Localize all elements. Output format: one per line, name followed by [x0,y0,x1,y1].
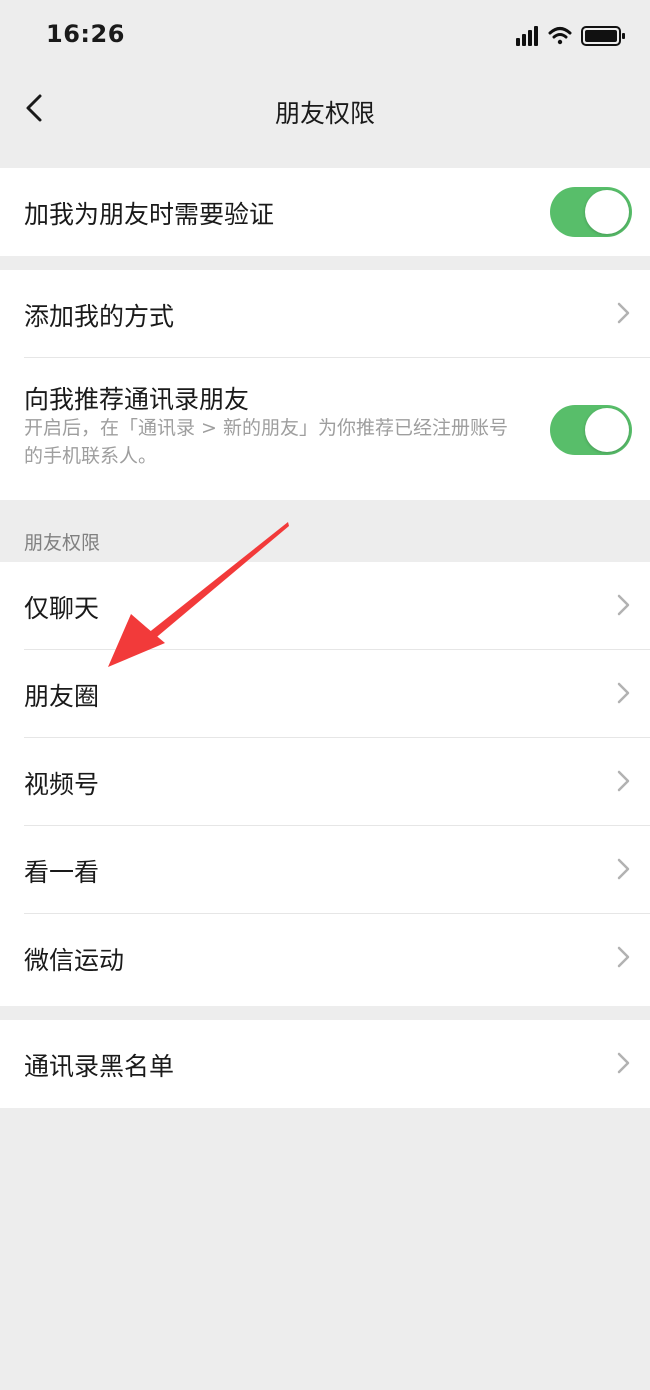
chevron-right-icon [617,858,630,880]
add-settings-group: 添加我的方式 向我推荐通讯录朋友 开启后，在「通讯录 > 新的朋友」为你推荐已经… [0,270,650,500]
list-item-label: 仅聊天 [24,594,100,623]
chevron-right-icon [617,946,630,968]
wifi-icon [548,27,572,45]
list-item-channels[interactable]: 视频号 [0,738,650,826]
toggle-knob [585,408,629,452]
verify-row: 加我为朋友时需要验证 [0,168,650,256]
chevron-right-icon [617,302,630,324]
blacklist-group: 通讯录黑名单 [0,1020,650,1108]
list-item-label: 看一看 [24,858,100,887]
status-icons [516,24,628,48]
chevron-right-icon [617,682,630,704]
add-methods-row[interactable]: 添加我的方式 [0,270,650,358]
list-item-chat-only[interactable]: 仅聊天 [0,562,650,650]
status-bar: 16:26 [0,0,650,70]
permissions-group: 仅聊天 朋友圈 视频号 看一看 微信运动 [0,562,650,1006]
recommend-description: 开启后，在「通讯录 > 新的朋友」为你推荐已经注册账号的手机联系人。 [24,417,509,467]
list-item-top-stories[interactable]: 看一看 [0,826,650,914]
chevron-right-icon [617,594,630,616]
chevron-right-icon [617,1052,630,1074]
list-item-moments[interactable]: 朋友圈 [0,650,650,738]
blacklist-label: 通讯录黑名单 [24,1052,175,1081]
recommend-toggle[interactable] [550,405,632,455]
verify-label: 加我为朋友时需要验证 [24,200,275,229]
nav-bar: 朋友权限 [0,70,650,166]
recommend-label: 向我推荐通讯录朋友 [24,385,250,414]
toggle-knob [585,190,629,234]
chevron-right-icon [617,770,630,792]
recommend-row: 向我推荐通讯录朋友 开启后，在「通讯录 > 新的朋友」为你推荐已经注册账号的手机… [0,358,650,500]
verify-toggle[interactable] [550,187,632,237]
signal-icon [516,26,538,46]
list-item-werun[interactable]: 微信运动 [0,914,650,1002]
page-title: 朋友权限 [274,99,375,128]
verify-group: 加我为朋友时需要验证 [0,168,650,256]
battery-icon [581,26,625,46]
list-item-label: 朋友圈 [24,682,100,711]
section-header: 朋友权限 [24,532,101,554]
status-time: 16:26 [46,20,125,48]
list-item-label: 视频号 [24,770,100,799]
list-item-label: 微信运动 [24,946,125,975]
blacklist-row[interactable]: 通讯录黑名单 [0,1020,650,1108]
add-methods-label: 添加我的方式 [24,302,175,331]
